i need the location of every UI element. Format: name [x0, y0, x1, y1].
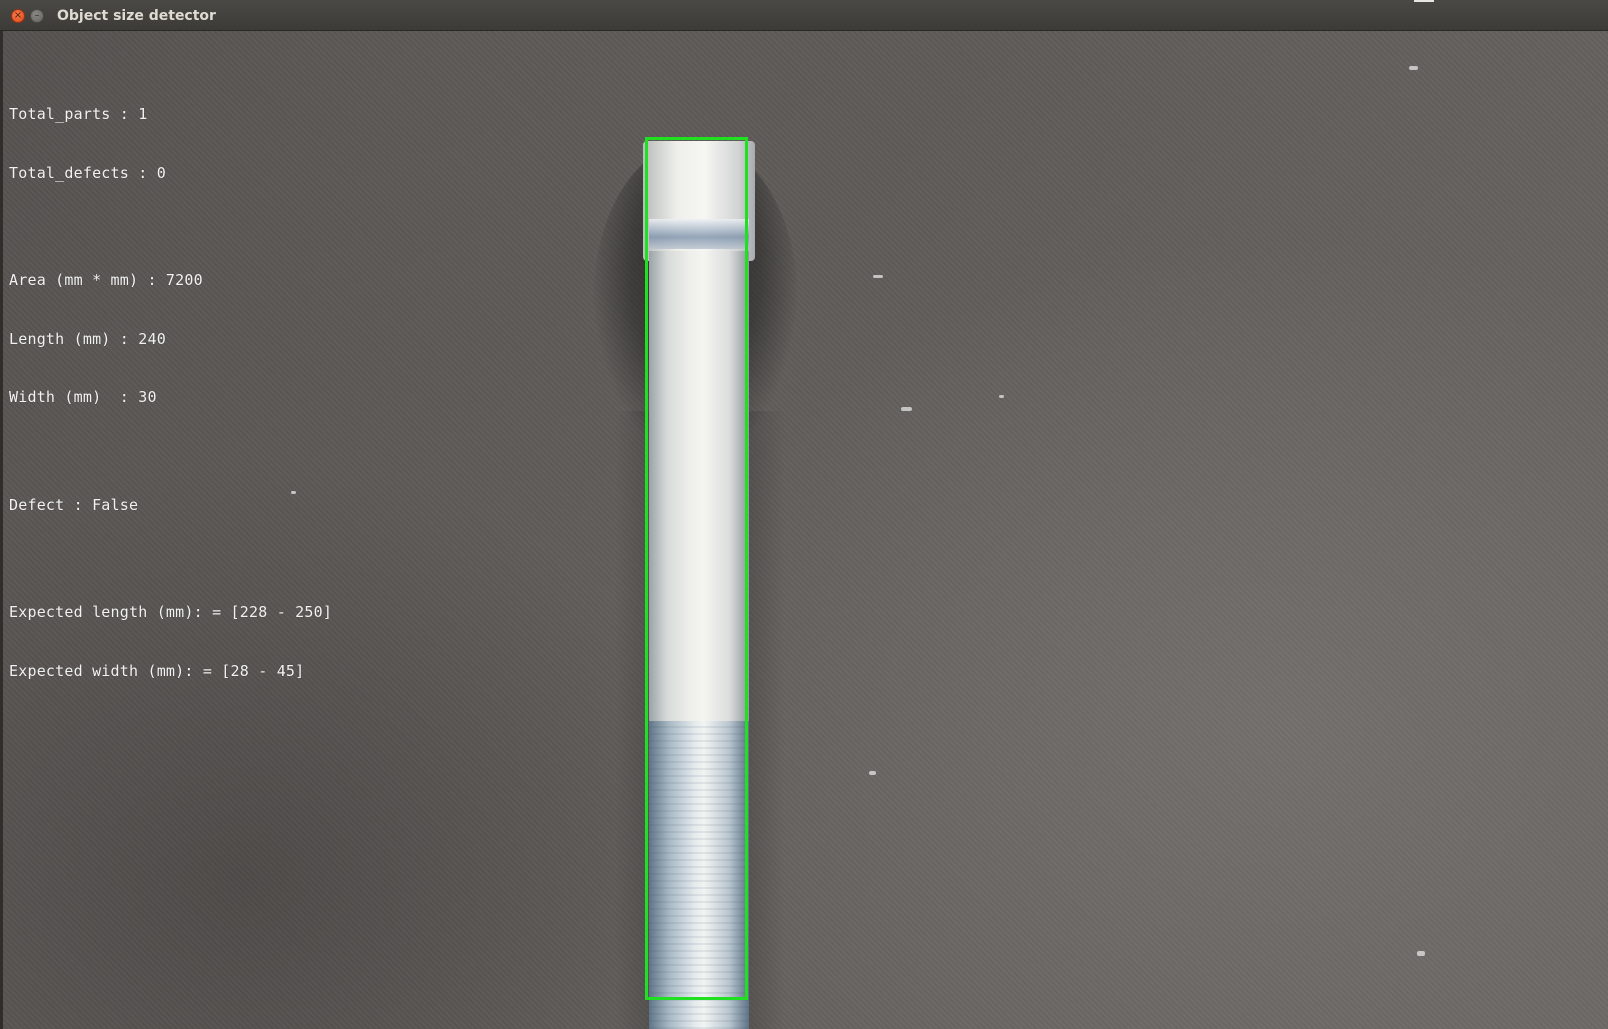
app-window: × – Object size detector Total_parts: 1… — [0, 0, 1608, 1029]
camera-feed: Total_parts : 1 Total_defects : 0 Area (… — [3, 31, 1608, 1029]
width-text: Width (mm) : 30 — [9, 388, 157, 406]
speck — [1417, 951, 1425, 956]
title-bar-marker — [1414, 0, 1434, 2]
speck — [901, 407, 912, 411]
minimize-icon[interactable]: – — [30, 9, 44, 23]
expected-width-text: Expected width (mm): = [28 - 45] — [9, 661, 305, 680]
title-bar[interactable]: × – Object size detector — [0, 0, 1608, 31]
length-text: Length (mm) : 240 — [9, 329, 166, 348]
overlay-spacer — [9, 222, 332, 232]
close-icon[interactable]: × — [11, 9, 25, 23]
speck — [873, 275, 883, 278]
close-symbol: × — [13, 10, 23, 21]
total-defects-text: Total_defects : 0 — [9, 163, 166, 182]
expected-length-text: Expected length (mm): = [228 - 250] — [9, 603, 333, 621]
speck — [869, 771, 876, 775]
overlay-spacer — [9, 447, 332, 457]
speck — [999, 395, 1004, 398]
minimize-symbol: – — [34, 10, 40, 21]
total-parts-text: Total_parts : 1 — [9, 105, 148, 123]
overlay-spacer — [9, 554, 332, 564]
measurement-overlay: Total_parts : 1 Total_defects : 0 Area (… — [9, 66, 332, 720]
window-title: Object size detector — [57, 8, 216, 24]
speck — [1409, 66, 1418, 70]
defect-text: Defect : False — [9, 495, 139, 514]
detection-bounding-box — [645, 137, 748, 1000]
area-text: Area (mm * mm) : 7200 — [9, 271, 203, 289]
